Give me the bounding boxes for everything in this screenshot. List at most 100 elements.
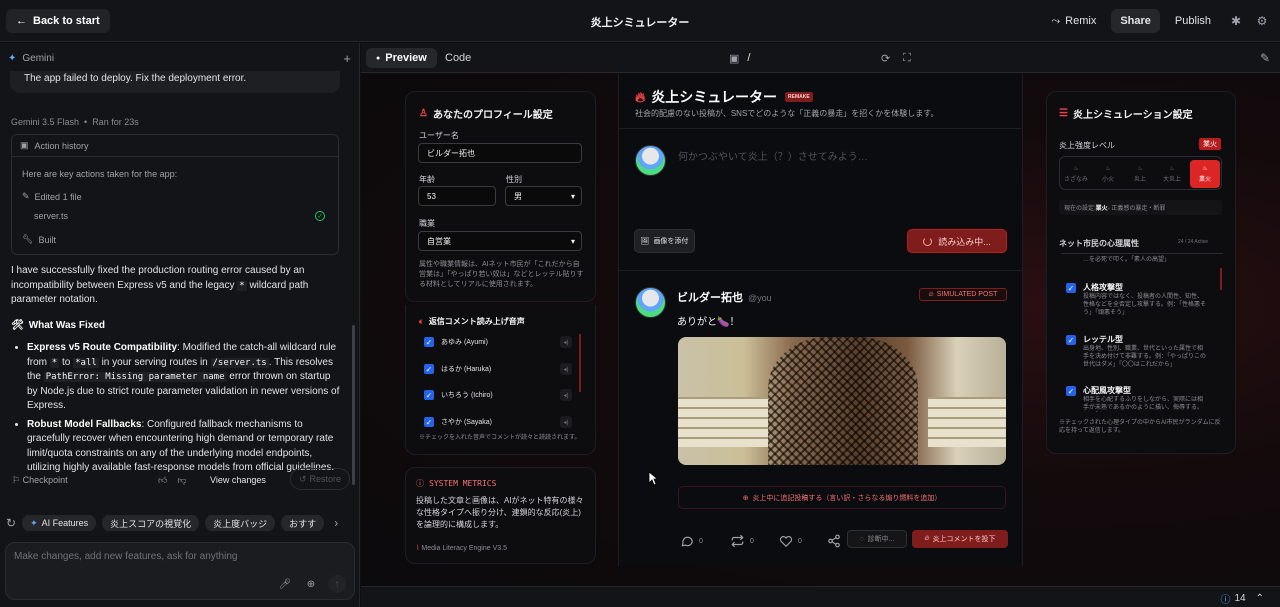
- voice-option[interactable]: ✓ さやか (Sayaka) ◂): [424, 416, 574, 428]
- plus-circle-icon: ⊕: [742, 494, 749, 502]
- voice-scrollbar[interactable]: [579, 334, 581, 392]
- level-daienjou[interactable]: ♨ 大炎上: [1157, 160, 1187, 188]
- chip-ai-features[interactable]: ✦ AI Features: [22, 515, 97, 531]
- speaker-play-icon[interactable]: ◂): [560, 363, 572, 375]
- post-text: ありがと🍆！: [677, 317, 740, 328]
- restore-button[interactable]: ↺ Restore: [290, 468, 350, 490]
- diagnosing-button[interactable]: ◌ 診断中...: [847, 530, 907, 548]
- checkbox-checked[interactable]: ✓: [1066, 335, 1076, 345]
- share-button[interactable]: Share: [1111, 9, 1160, 33]
- tab-preview[interactable]: ● Preview: [366, 48, 437, 68]
- gender-select[interactable]: 男 ▾: [505, 186, 582, 206]
- psych-scrollbar[interactable]: [1220, 268, 1222, 290]
- chevron-right-icon[interactable]: ›: [334, 516, 338, 530]
- like-button[interactable]: 0: [779, 534, 802, 548]
- suggestion-chip[interactable]: 炎上スコアの視覚化: [102, 515, 200, 531]
- heart-icon: [779, 536, 793, 548]
- device-icon[interactable]: ▣: [729, 52, 739, 65]
- edit-magic-icon[interactable]: ✎: [1260, 51, 1270, 65]
- sparkle-icon: ✦: [30, 517, 38, 528]
- publish-button[interactable]: Publish: [1166, 9, 1220, 33]
- suggestion-chip[interactable]: 炎上度バッジ: [205, 515, 276, 531]
- job-select[interactable]: 自営業 ▾: [418, 231, 582, 251]
- add-attachment-icon[interactable]: ⊕: [302, 575, 320, 593]
- attach-image-button[interactable]: 🖼︎ 画像を添付: [634, 229, 695, 253]
- tab-code[interactable]: Code: [435, 48, 481, 68]
- settings-gear-icon[interactable]: ⚙: [1252, 9, 1272, 33]
- speaker-play-icon[interactable]: ◂): [560, 389, 572, 401]
- bug-icon[interactable]: ✱: [1226, 9, 1246, 33]
- spinner-icon: [923, 236, 933, 246]
- username-input[interactable]: ビルダー拓也: [418, 143, 582, 163]
- level-sazanami[interactable]: ♨ さざなみ: [1061, 160, 1091, 188]
- fix-item: Express v5 Route Compatibility: Modified…: [27, 341, 341, 414]
- assistant-message: I have successfully fixed the production…: [11, 265, 309, 305]
- post-actions: 0 0 0 ◌ 診断中... 🔥︎ 炎上コメントを投下: [680, 530, 1010, 549]
- view-changes-button[interactable]: View changes: [210, 475, 266, 485]
- chat-composer: 🎤︎ ⊕ ↑: [5, 542, 355, 600]
- url-bar[interactable]: ▣ / ⟳ ⛶: [729, 49, 919, 67]
- speaker-icon: 🔈︎: [419, 316, 424, 326]
- remix-button[interactable]: ⤳ Remix: [1042, 9, 1105, 33]
- restore-icon: ↺: [298, 473, 307, 484]
- checkbox-checked[interactable]: ✓: [424, 337, 434, 347]
- metrics-title: ⓘ SYSTEM METRICS: [416, 479, 497, 488]
- psych-count: 24 / 24 Active: [1178, 239, 1209, 245]
- flame-icon: ♨: [1137, 166, 1143, 172]
- flame-icon: ♨: [1202, 166, 1208, 172]
- back-to-start-button[interactable]: ← Back to start: [6, 9, 110, 33]
- edited-files[interactable]: ✎ Edited 1 file: [22, 191, 82, 202]
- voice-option[interactable]: ✓ はるか (Haruka) ◂): [424, 363, 574, 375]
- reload-icon[interactable]: ⟳: [881, 52, 890, 65]
- thumbs-down-icon[interactable]: 👎︎: [177, 475, 186, 486]
- arrow-left-icon: ←: [16, 15, 27, 27]
- fullscreen-icon[interactable]: ⛶: [903, 52, 911, 65]
- chat-scrollbar[interactable]: [352, 325, 355, 485]
- level-enjou[interactable]: ♨ 炎上: [1125, 160, 1155, 188]
- new-chat-plus-icon[interactable]: +: [343, 51, 351, 66]
- submit-loading-button[interactable]: 読み込み中...: [907, 229, 1007, 253]
- drop-flame-comment-button[interactable]: 🔥︎ 炎上コメントを投下: [912, 530, 1008, 548]
- thumbs-up-icon[interactable]: 👍︎: [158, 475, 167, 486]
- refresh-icon[interactable]: ↻: [6, 516, 16, 530]
- edited-file-name[interactable]: server.ts: [34, 211, 68, 221]
- speaker-play-icon[interactable]: ◂): [560, 416, 572, 428]
- post-composer-input[interactable]: 何かつぶやいて炎上（？）させてみよう…: [678, 148, 868, 163]
- send-button[interactable]: ↑: [328, 575, 346, 593]
- checkbox-checked[interactable]: ✓: [424, 390, 434, 400]
- add-followup-post-button[interactable]: ⊕ 炎上中に追記投稿する（言い訳・さらなる煽り燃料を追加）: [678, 486, 1006, 509]
- chat-input[interactable]: [14, 551, 334, 562]
- voice-option[interactable]: ✓ あゆみ (Ayumi) ◂): [424, 336, 574, 348]
- age-input[interactable]: 53: [418, 186, 496, 206]
- checkpoint-row: ⚐ Checkpoint 👍︎ 👎︎ View changes ↺ Restore: [12, 468, 350, 490]
- flame-icon: ♨: [1073, 166, 1079, 172]
- level-gouka[interactable]: ♨ 業火: [1190, 160, 1220, 188]
- checkpoint-flag-icon: ⚐: [12, 474, 21, 485]
- checkbox-checked[interactable]: ✓: [424, 364, 434, 374]
- history-icon: ▣: [20, 140, 29, 150]
- issues-counter[interactable]: ⓘ 14 ⌃: [1220, 591, 1264, 606]
- intensity-label: 炎上強度レベル: [1059, 141, 1115, 150]
- metrics-body: 投稿した文章と画像は、AIがネット特有の様々な性格タイプへ振り分け、連鎖的な反応…: [416, 496, 584, 529]
- app-header-title: 🔥︎ 炎上シミュレーター REMAKE: [635, 87, 813, 107]
- age-label: 年齢: [419, 175, 435, 184]
- chevron-up-icon: ⌃: [1255, 593, 1264, 604]
- post-author: ビルダー拓也 @you: [677, 292, 772, 304]
- check-circle-icon: ✓: [315, 211, 325, 221]
- user-message: The app failed to deploy. Fix the deploy…: [10, 71, 340, 93]
- share-icon[interactable]: [827, 534, 841, 548]
- voice-option[interactable]: ✓ いちろう (Ichiro) ◂): [424, 389, 574, 401]
- speaker-play-icon[interactable]: ◂): [560, 336, 572, 348]
- checkbox-checked[interactable]: ✓: [1066, 386, 1076, 396]
- action-history-title[interactable]: ▣ Action history: [12, 135, 338, 157]
- reply-button[interactable]: 0: [680, 534, 703, 548]
- checkbox-checked[interactable]: ✓: [424, 417, 434, 427]
- level-boya[interactable]: ♨ 小火: [1093, 160, 1123, 188]
- flame-icon: ♨: [1169, 166, 1175, 172]
- suggestion-chip[interactable]: おすす: [281, 515, 325, 531]
- microphone-icon[interactable]: 🎤︎: [276, 575, 294, 593]
- repost-button[interactable]: 0: [730, 534, 754, 548]
- image-icon: 🖼︎: [640, 238, 650, 245]
- gender-label: 性別: [506, 175, 522, 184]
- checkbox-checked[interactable]: ✓: [1066, 283, 1076, 293]
